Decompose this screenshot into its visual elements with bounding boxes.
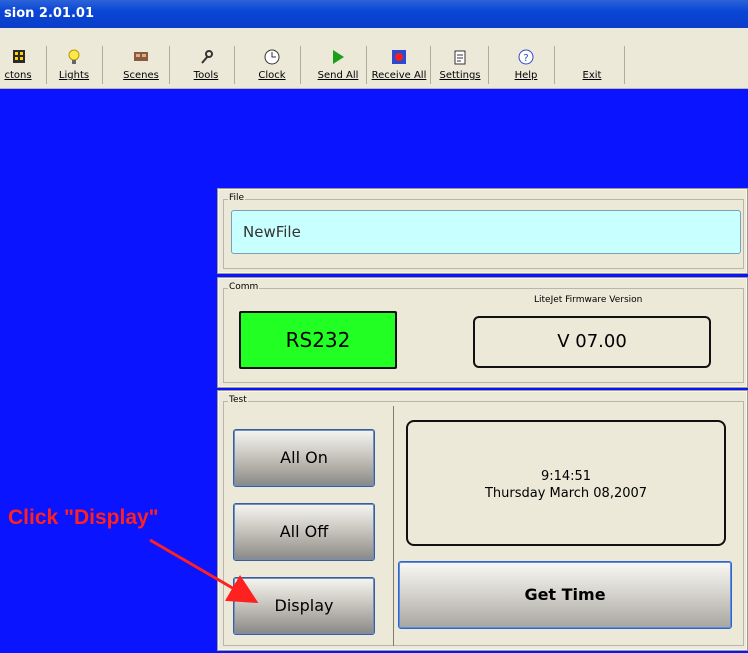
- annotation-arrow: [149, 538, 259, 604]
